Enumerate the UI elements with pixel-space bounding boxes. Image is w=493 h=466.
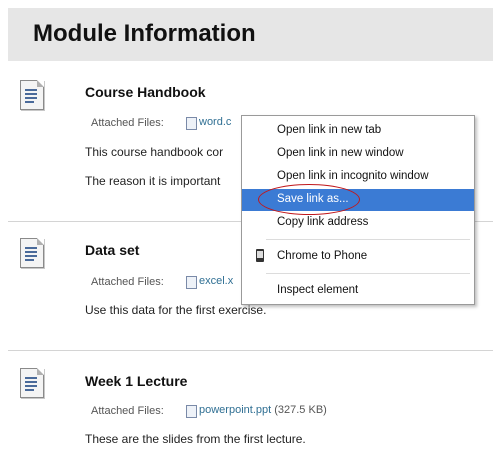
attached-file-link[interactable]: excel.x	[199, 275, 233, 287]
file-name[interactable]: word.c	[199, 116, 231, 128]
document-icon	[20, 80, 44, 110]
menu-item-open-new-tab[interactable]: Open link in new tab	[242, 120, 474, 142]
item-description: The reason it is important	[85, 174, 221, 188]
item-description: This course handbook cor	[85, 145, 224, 159]
annotation-highlight-ring	[258, 184, 360, 215]
page-title: Module Information	[33, 20, 256, 47]
document-icon	[20, 368, 44, 398]
menu-separator	[266, 273, 470, 274]
item-description: These are the slides from the first lect…	[85, 432, 306, 446]
item-title[interactable]: Week 1 Lecture	[85, 373, 187, 389]
document-icon	[20, 238, 44, 268]
item-title[interactable]: Data set	[85, 242, 139, 258]
page-header: Module Information	[8, 8, 493, 61]
menu-item-chrome-to-phone[interactable]: Chrome to Phone	[242, 246, 474, 268]
attached-file-link[interactable]: powerpoint.ppt (327.5 KB)	[199, 404, 327, 416]
phone-icon	[256, 249, 264, 262]
attached-files-label: Attached Files:	[91, 405, 164, 417]
menu-item-inspect-element[interactable]: Inspect element	[242, 280, 474, 302]
attached-file-link[interactable]: word.c	[199, 116, 231, 128]
attached-files-label: Attached Files:	[91, 276, 164, 288]
menu-item-open-new-window[interactable]: Open link in new window	[242, 143, 474, 165]
file-name[interactable]: powerpoint.ppt	[199, 404, 271, 416]
file-size: (327.5 KB)	[274, 404, 327, 416]
menu-item-copy-link-address[interactable]: Copy link address	[242, 212, 474, 234]
menu-item-open-incognito[interactable]: Open link in incognito window	[242, 166, 474, 188]
file-icon	[186, 117, 197, 130]
file-icon	[186, 405, 197, 418]
attached-files-label: Attached Files:	[91, 117, 164, 129]
file-name[interactable]: excel.x	[199, 275, 233, 287]
item-title[interactable]: Course Handbook	[85, 84, 206, 100]
item-description: Use this data for the first exercise.	[85, 303, 267, 317]
menu-separator	[266, 239, 470, 240]
file-icon	[186, 276, 197, 289]
divider	[8, 350, 493, 351]
